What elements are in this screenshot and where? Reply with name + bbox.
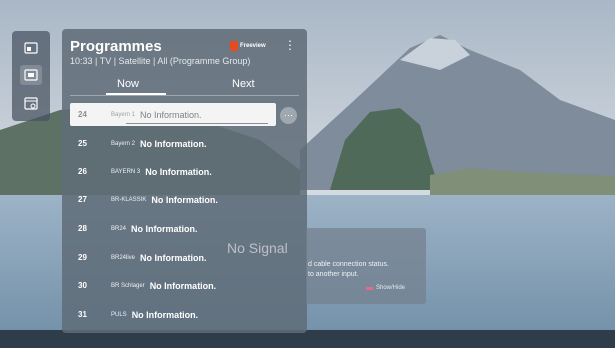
channel-number: 30 — [78, 281, 87, 290]
freeview-icon — [230, 41, 238, 51]
channel-name: Bayern 2 — [111, 140, 136, 147]
channel-number: 26 — [78, 167, 87, 176]
programme-title: No Information. — [149, 280, 217, 291]
channel-name: BAYERN 3 — [111, 168, 141, 175]
more-options-icon[interactable]: ⋮ — [284, 39, 296, 51]
no-signal-message-line-1: d cable connection status. — [308, 261, 389, 268]
channel-number: 27 — [78, 195, 87, 204]
programme-title: No Information. — [140, 109, 202, 120]
red-key-icon — [366, 286, 373, 290]
side-menu-item-input[interactable] — [20, 38, 42, 58]
channel-number: 31 — [78, 310, 87, 319]
channel-name: BR24live — [111, 254, 136, 261]
channel-row[interactable]: 25 Bayern 2 No Information. — [70, 132, 276, 155]
input-icon — [24, 42, 38, 54]
channel-row[interactable]: 26 BAYERN 3 No Information. — [70, 160, 276, 183]
freeview-logo: Freeview — [230, 41, 266, 51]
channel-number: 24 — [78, 110, 87, 119]
channel-number: 25 — [78, 139, 87, 148]
freeview-label: Freeview — [240, 43, 266, 49]
channel-name: Bayern 1 — [111, 111, 136, 118]
programme-title: No Information. — [140, 138, 207, 149]
programme-title: No Information. — [131, 223, 198, 234]
channel-name: BR Schlager — [111, 282, 145, 289]
programmes-panel: Programmes 10:33 | TV | Satellite | All … — [62, 29, 307, 333]
side-menu-item-schedule[interactable] — [20, 93, 42, 113]
programme-title: No Information. — [131, 309, 199, 320]
channel-row[interactable]: 28 BR24 No Information. — [70, 217, 276, 240]
side-menu — [12, 31, 50, 121]
tab-divider — [70, 95, 299, 96]
tab-next[interactable]: Next — [232, 78, 255, 90]
channel-row[interactable]: 27 BR-KLASSIK No Information. — [70, 188, 276, 211]
programme-title: No Information. — [140, 252, 207, 263]
channel-number: 29 — [78, 253, 87, 262]
show-hide-button[interactable]: Show/Hide — [366, 285, 405, 291]
progress-line — [126, 123, 268, 124]
show-hide-label: Show/Hide — [376, 285, 406, 291]
schedule-icon — [24, 97, 38, 110]
no-signal-message-line-2: to another input. — [308, 271, 359, 278]
channel-row[interactable]: 31 PULS No Information. — [70, 303, 276, 326]
channel-name: BR24 — [111, 225, 127, 232]
no-signal-title: No Signal — [227, 240, 288, 256]
channel-row[interactable]: 30 BR Schlager No Information. — [70, 274, 276, 297]
panel-title: Programmes — [70, 38, 162, 55]
channel-name: PULS — [111, 311, 127, 318]
programme-title: No Information. — [151, 194, 218, 205]
info-icon[interactable]: ⋯ — [280, 107, 297, 124]
channel-name: BR-KLASSIK — [111, 196, 147, 203]
programme-title: No Information. — [145, 166, 212, 177]
channel-number: 28 — [78, 224, 87, 233]
tab-now[interactable]: Now — [117, 78, 139, 90]
panel-subtitle: 10:33 | TV | Satellite | All (Programme … — [70, 56, 251, 66]
tv-guide-icon — [24, 69, 38, 81]
side-menu-item-guide[interactable] — [20, 65, 42, 85]
